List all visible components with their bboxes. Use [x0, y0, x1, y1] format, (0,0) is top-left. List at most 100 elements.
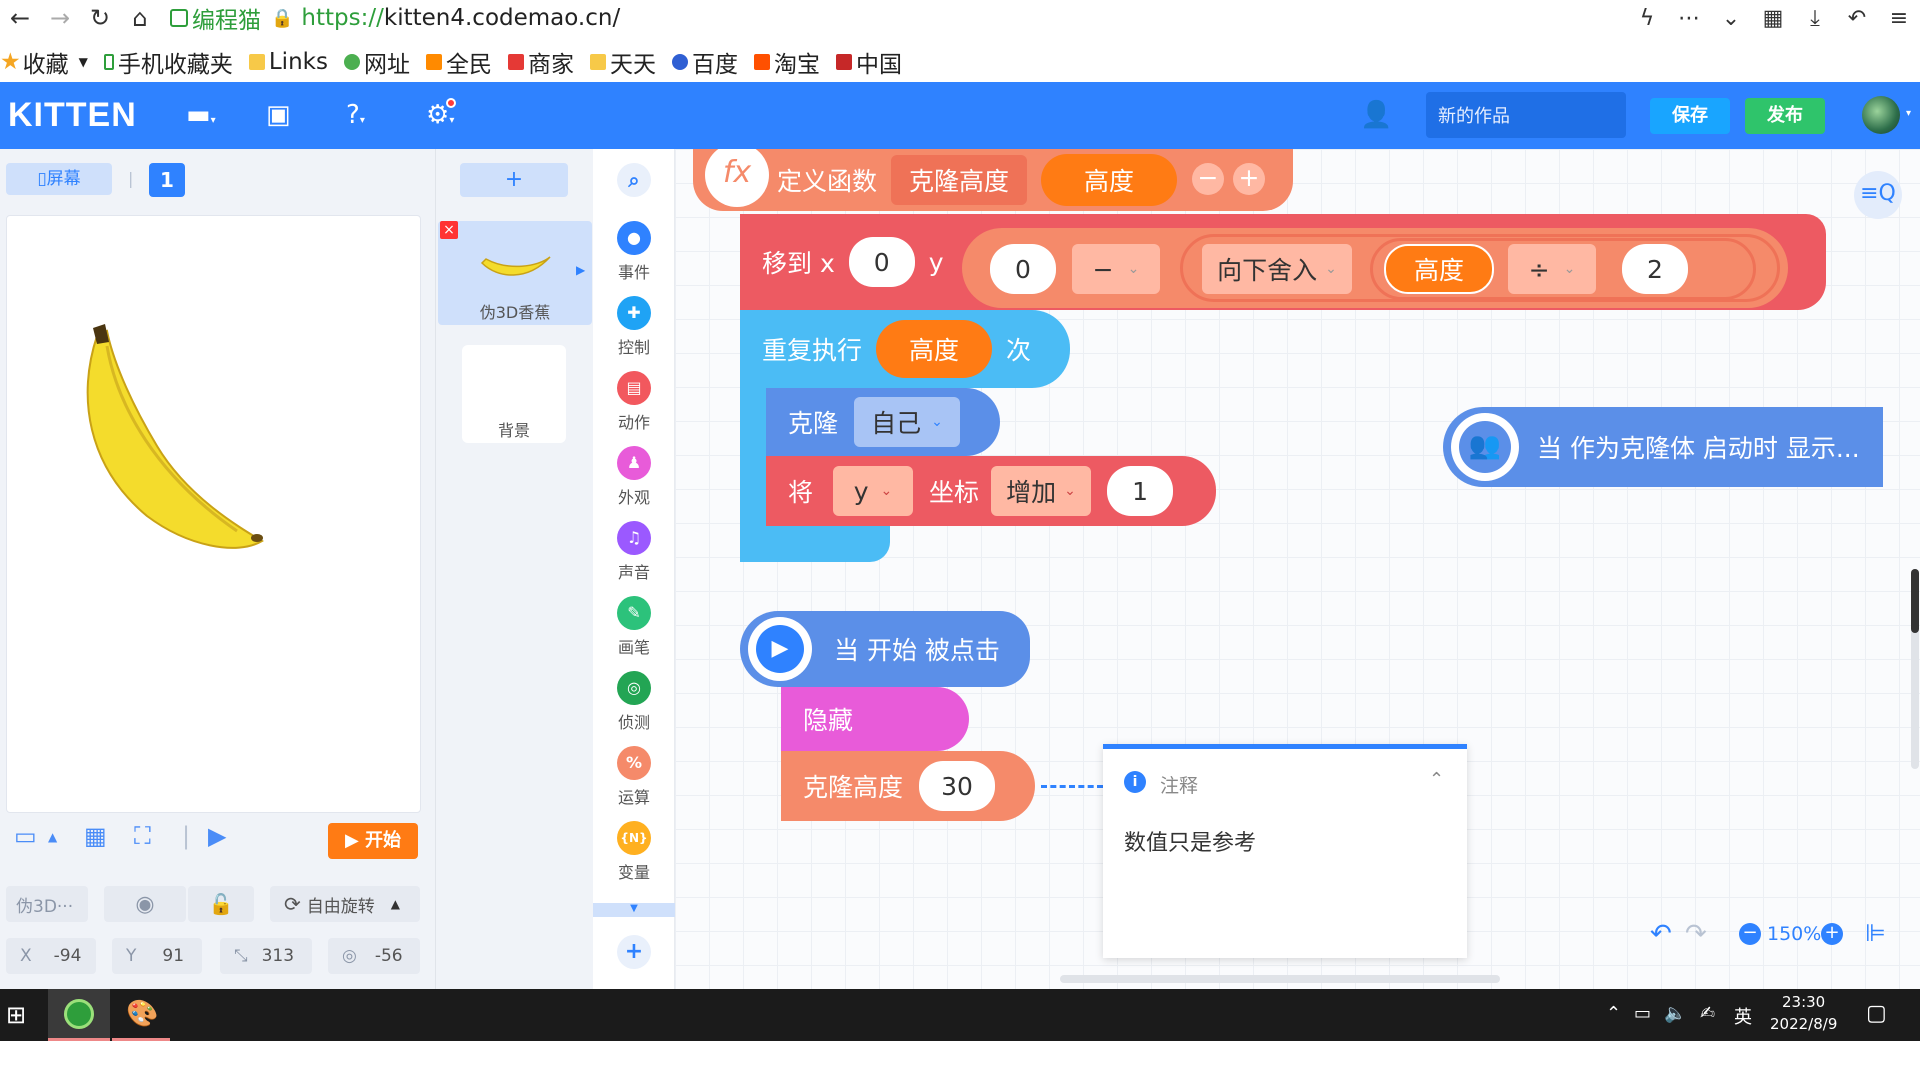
- rotation-mode-select[interactable]: ⟳ 自由旋转 ▲: [270, 886, 420, 922]
- divisor-input[interactable]: 2: [1622, 244, 1688, 294]
- add-collaborator-icon[interactable]: 👤: [1360, 100, 1392, 130]
- volume-icon[interactable]: 🔈: [1664, 1003, 1686, 1024]
- clone-target-select[interactable]: 自己 ⌄: [854, 397, 961, 447]
- bookmark-item[interactable]: 商家: [507, 45, 574, 79]
- function-name[interactable]: 克隆高度: [891, 155, 1028, 205]
- zoom-in-icon[interactable]: +: [1821, 923, 1843, 945]
- undo-icon[interactable]: ↶: [1836, 6, 1878, 31]
- category-sensing[interactable]: ◎ 侦测: [593, 671, 675, 733]
- minus-select[interactable]: − ⌄: [1072, 244, 1160, 294]
- category-operators[interactable]: % 运算: [593, 746, 675, 808]
- scroll-more-icon[interactable]: ▼: [593, 903, 675, 917]
- apps-grid-icon[interactable]: ▦: [1752, 6, 1794, 31]
- hide-block[interactable]: 隐藏: [781, 687, 969, 751]
- param-height[interactable]: 高度: [1041, 154, 1178, 206]
- sprite-card[interactable]: × ▶ 伪3D香蕉: [438, 221, 592, 325]
- user-avatar[interactable]: [1862, 96, 1900, 134]
- windows-start-icon[interactable]: ⊞: [6, 1001, 26, 1029]
- height-variable[interactable]: 高度: [1384, 244, 1494, 294]
- chevron-down-icon[interactable]: ⌄: [1710, 6, 1752, 31]
- download-icon[interactable]: ⤓: [1794, 6, 1836, 31]
- category-pen[interactable]: ✎ 画笔: [593, 596, 675, 658]
- category-control[interactable]: ✚ 控制: [593, 296, 675, 358]
- bookmark-item[interactable]: 手机收藏夹: [103, 45, 233, 79]
- axis-select[interactable]: y ⌄: [833, 466, 914, 516]
- delete-sprite-icon[interactable]: ×: [440, 221, 458, 239]
- size-field[interactable]: ⤡ 313: [220, 938, 312, 974]
- avatar-caret-icon[interactable]: ▾: [1906, 108, 1911, 119]
- add-sprite-button[interactable]: +: [460, 163, 568, 197]
- y-minuend-input[interactable]: 0: [990, 244, 1056, 294]
- when-start-clicked-block[interactable]: ▶ 当 开始 被点击: [740, 611, 1030, 687]
- sprite-name-field[interactable]: 伪3D···: [6, 886, 88, 922]
- change-mode-select[interactable]: 增加 ⌄: [991, 466, 1092, 516]
- clone-block[interactable]: 克隆 自己 ⌄: [766, 388, 1000, 456]
- save-button[interactable]: 保存: [1650, 98, 1730, 134]
- lock-toggle[interactable]: 🔓: [188, 886, 254, 922]
- forward-icon[interactable]: →: [40, 4, 80, 32]
- divide-select[interactable]: ÷ ⌄: [1508, 244, 1596, 294]
- category-variables[interactable]: {N} 变量: [593, 821, 675, 883]
- bookmark-item[interactable]: 百度: [671, 45, 738, 79]
- grid-icon[interactable]: ▦: [84, 822, 107, 850]
- repeat-block[interactable]: 重复执行 高度 次: [740, 310, 1070, 388]
- more-icon[interactable]: ⋯: [1668, 6, 1710, 31]
- file-menu-icon[interactable]: ▬▾: [186, 100, 216, 130]
- url-text[interactable]: https://kitten4.codemao.cn/: [301, 5, 620, 31]
- align-blocks-icon[interactable]: ⊫: [1865, 919, 1886, 947]
- ime-indicator[interactable]: 英: [1734, 1003, 1752, 1029]
- taskbar-browser-app[interactable]: [48, 989, 110, 1041]
- tray-chevron-up-icon[interactable]: ⌃: [1606, 1003, 1621, 1024]
- add-param-icon[interactable]: +: [1233, 163, 1265, 195]
- undo-icon[interactable]: ↶: [1650, 919, 1672, 949]
- y-field[interactable]: Y 91: [112, 938, 202, 974]
- horizontal-scrollbar[interactable]: [1060, 975, 1500, 983]
- home-icon[interactable]: ⌂: [120, 4, 160, 32]
- add-extension-button[interactable]: +: [593, 935, 675, 969]
- menu-icon[interactable]: ≡: [1878, 6, 1920, 31]
- publish-button[interactable]: 发布: [1745, 98, 1825, 134]
- when-clone-starts-block[interactable]: 👥 当 作为克隆体 启动时 显示...: [1443, 407, 1883, 487]
- remove-param-icon[interactable]: −: [1192, 163, 1224, 195]
- move-to-block[interactable]: 移到 x 0 y 0 − ⌄ 向下舍入 ⌄ 高度 ÷ ⌄ 2: [740, 214, 1826, 310]
- notifications-icon[interactable]: ▢: [1866, 1001, 1887, 1026]
- bookmark-item[interactable]: 中国: [835, 45, 902, 79]
- collapse-comment-icon[interactable]: ⌃: [1429, 769, 1444, 790]
- screen-button[interactable]: ▯屏幕: [6, 163, 112, 195]
- category-looks[interactable]: ♟ 外观: [593, 446, 675, 508]
- comment-box[interactable]: i 注释 ⌃ 数值只是参考: [1103, 744, 1467, 958]
- banana-sprite[interactable]: [7, 216, 422, 814]
- redo-icon[interactable]: ↷: [1685, 919, 1707, 949]
- vertical-scrollbar-thumb[interactable]: [1911, 569, 1919, 633]
- lightning-icon[interactable]: ϟ: [1626, 6, 1668, 31]
- x-field[interactable]: X -94: [6, 938, 96, 974]
- block-search-icon[interactable]: ≡Q: [1854, 171, 1902, 219]
- background-card[interactable]: 背景: [462, 345, 566, 443]
- category-events[interactable]: ● 事件: [593, 221, 675, 283]
- bookmark-favorites[interactable]: ★ 收藏 ▼: [0, 45, 88, 79]
- direction-field[interactable]: ◎ -56: [328, 938, 420, 974]
- define-function-block[interactable]: fx 定义函数 克隆高度 高度 − +: [693, 149, 1293, 211]
- bookmark-item[interactable]: 网址: [343, 45, 410, 79]
- bookmark-item[interactable]: Links: [248, 49, 328, 75]
- call-arg-input[interactable]: 30: [919, 761, 996, 811]
- stage-canvas[interactable]: [6, 215, 421, 813]
- chevron-right-icon[interactable]: ▶: [576, 263, 585, 277]
- zoom-out-icon[interactable]: −: [1739, 923, 1761, 945]
- address-bar[interactable]: 编程猫 🔒 https://kitten4.codemao.cn/: [170, 1, 620, 35]
- pen-tray-icon[interactable]: ✍: [1700, 1003, 1715, 1024]
- visibility-toggle[interactable]: ◉: [104, 886, 186, 922]
- x-input[interactable]: 0: [848, 237, 915, 287]
- preview-icon[interactable]: ▶: [208, 822, 226, 850]
- bookmark-item[interactable]: 天天: [589, 45, 656, 79]
- search-blocks-button[interactable]: ⌕: [593, 163, 675, 197]
- screen-number-tab[interactable]: 1: [149, 163, 185, 197]
- backpack-icon[interactable]: ▣: [266, 100, 291, 130]
- repeat-count-variable[interactable]: 高度: [876, 320, 993, 378]
- help-icon[interactable]: ?▾: [346, 100, 365, 130]
- project-title-input[interactable]: 新的作品: [1426, 92, 1626, 138]
- taskbar-paint-app[interactable]: 🎨: [112, 989, 170, 1041]
- change-amount-input[interactable]: 1: [1107, 466, 1174, 516]
- change-coordinate-block[interactable]: 将 y ⌄ 坐标 增加 ⌄ 1: [766, 456, 1216, 526]
- fullscreen-icon[interactable]: ⛶: [134, 822, 151, 850]
